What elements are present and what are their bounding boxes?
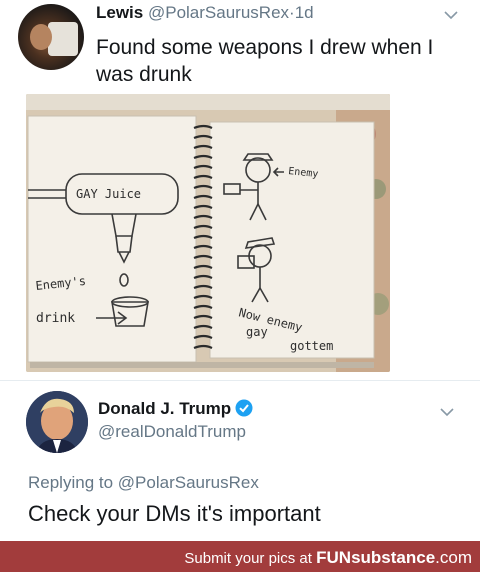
label-gay: gay — [246, 325, 268, 339]
tweet-text: Check your DMs it's important — [28, 501, 321, 526]
avatar[interactable] — [26, 391, 88, 453]
display-name: Donald J. Trump — [98, 399, 253, 419]
chevron-down-icon[interactable] — [444, 10, 458, 20]
brand-bold: FUN — [316, 548, 352, 567]
reply-mention-link[interactable]: @PolarSaurusRex — [118, 473, 259, 492]
label-drink: drink — [36, 311, 75, 326]
handle[interactable]: @realDonaldTrump — [98, 422, 246, 442]
brand-logo: FUNsubstance.com — [316, 548, 472, 567]
tweet-photo[interactable]: GAY Juice Enemy Enemy's drink Now enemy … — [26, 94, 390, 372]
label-gay-juice: GAY Juice — [76, 187, 141, 201]
watermark-text: Submit your pics at FUNsubstance.com — [184, 548, 472, 568]
display-name-text[interactable]: Donald J. Trump — [98, 399, 231, 418]
tweet-text: Found some weapons I drew when I was dru… — [96, 36, 434, 86]
brand-rest: substance — [351, 548, 436, 567]
replying-to: Replying to @PolarSaurusRex — [28, 473, 259, 493]
tweet-trump: Donald J. Trump @realDonaldTrump Replyin… — [0, 381, 480, 541]
avatar[interactable] — [18, 4, 84, 70]
display-name[interactable]: Lewis — [96, 3, 143, 22]
chevron-down-icon[interactable] — [440, 407, 454, 417]
avatar-shade — [48, 22, 78, 56]
replying-prefix: Replying to — [28, 473, 114, 492]
brand-tld: .com — [435, 548, 472, 567]
watermark-bar: Submit your pics at FUNsubstance.com — [0, 541, 480, 572]
tweet-lewis: Lewis @PolarSaurusRex·1d Found some weap… — [0, 0, 480, 380]
verified-badge-icon — [235, 399, 253, 417]
tweet-header: Lewis @PolarSaurusRex·1d — [96, 3, 314, 23]
timestamp[interactable]: 1d — [295, 3, 314, 22]
watermark-prefix: Submit your pics at — [184, 550, 312, 567]
avatar-face — [30, 24, 52, 50]
handle[interactable]: @PolarSaurusRex — [148, 3, 289, 22]
label-gottem: gottem — [290, 339, 333, 353]
